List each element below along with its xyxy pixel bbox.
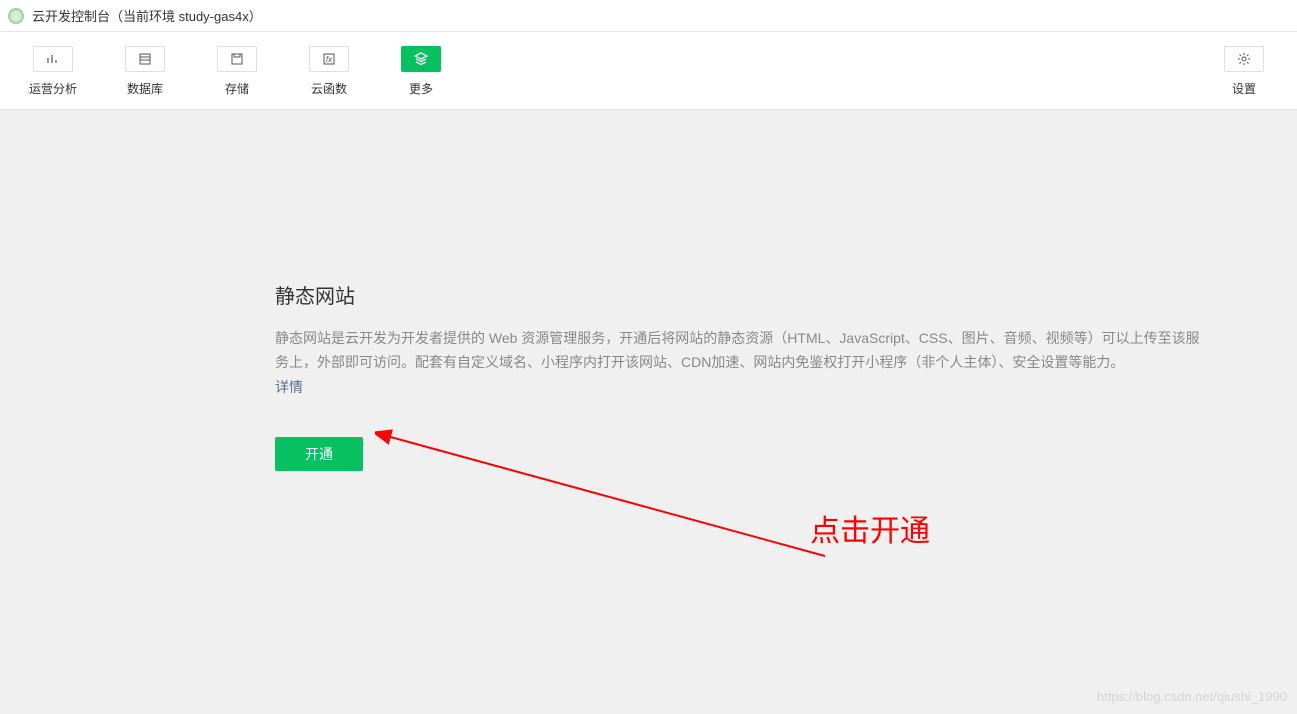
storage-icon <box>217 46 257 72</box>
toolbar-item-more[interactable]: 更多 <box>392 46 450 97</box>
enable-button[interactable]: 开通 <box>275 437 363 471</box>
gear-icon <box>1224 46 1264 72</box>
toolbar-label: 运营分析 <box>29 80 77 97</box>
toolbar-item-function[interactable]: fx 云函数 <box>300 46 358 97</box>
toolbar-item-analytics[interactable]: 运营分析 <box>24 46 82 97</box>
toolbar-label: 更多 <box>409 80 433 97</box>
analytics-icon <box>33 46 73 72</box>
toolbar-item-settings[interactable]: 设置 <box>1215 46 1273 97</box>
toolbar-label: 设置 <box>1232 80 1256 97</box>
svg-text:fx: fx <box>326 55 333 64</box>
detail-link[interactable]: 详情 <box>275 377 303 397</box>
window-title: 云开发控制台（当前环境 study-gas4x） <box>32 6 262 25</box>
database-icon <box>125 46 165 72</box>
toolbar-label: 云函数 <box>311 80 347 97</box>
toolbar-left: 运营分析 数据库 存储 fx 云函数 <box>24 46 450 97</box>
toolbar-item-storage[interactable]: 存储 <box>208 46 266 97</box>
toolbar-item-database[interactable]: 数据库 <box>116 46 174 97</box>
watermark: https://blog.csdn.net/qiushi_1990 <box>1097 689 1287 704</box>
toolbar: 运营分析 数据库 存储 fx 云函数 <box>0 32 1297 110</box>
window-title-bar: 云开发控制台（当前环境 study-gas4x） <box>0 0 1297 32</box>
page-title: 静态网站 <box>275 280 1205 309</box>
content-inner: 静态网站 静态网站是云开发为开发者提供的 Web 资源管理服务，开通后将网站的静… <box>275 280 1205 471</box>
toolbar-label: 数据库 <box>127 80 163 97</box>
main-content: 静态网站 静态网站是云开发为开发者提供的 Web 资源管理服务，开通后将网站的静… <box>0 110 1297 471</box>
function-icon: fx <box>309 46 349 72</box>
app-icon <box>8 8 24 24</box>
description-text: 静态网站是云开发为开发者提供的 Web 资源管理服务，开通后将网站的静态资源（H… <box>275 327 1205 375</box>
more-icon <box>401 46 441 72</box>
action-row: 开通 <box>275 437 1205 471</box>
annotation-text: 点击开通 <box>810 506 930 550</box>
toolbar-label: 存储 <box>225 80 249 97</box>
